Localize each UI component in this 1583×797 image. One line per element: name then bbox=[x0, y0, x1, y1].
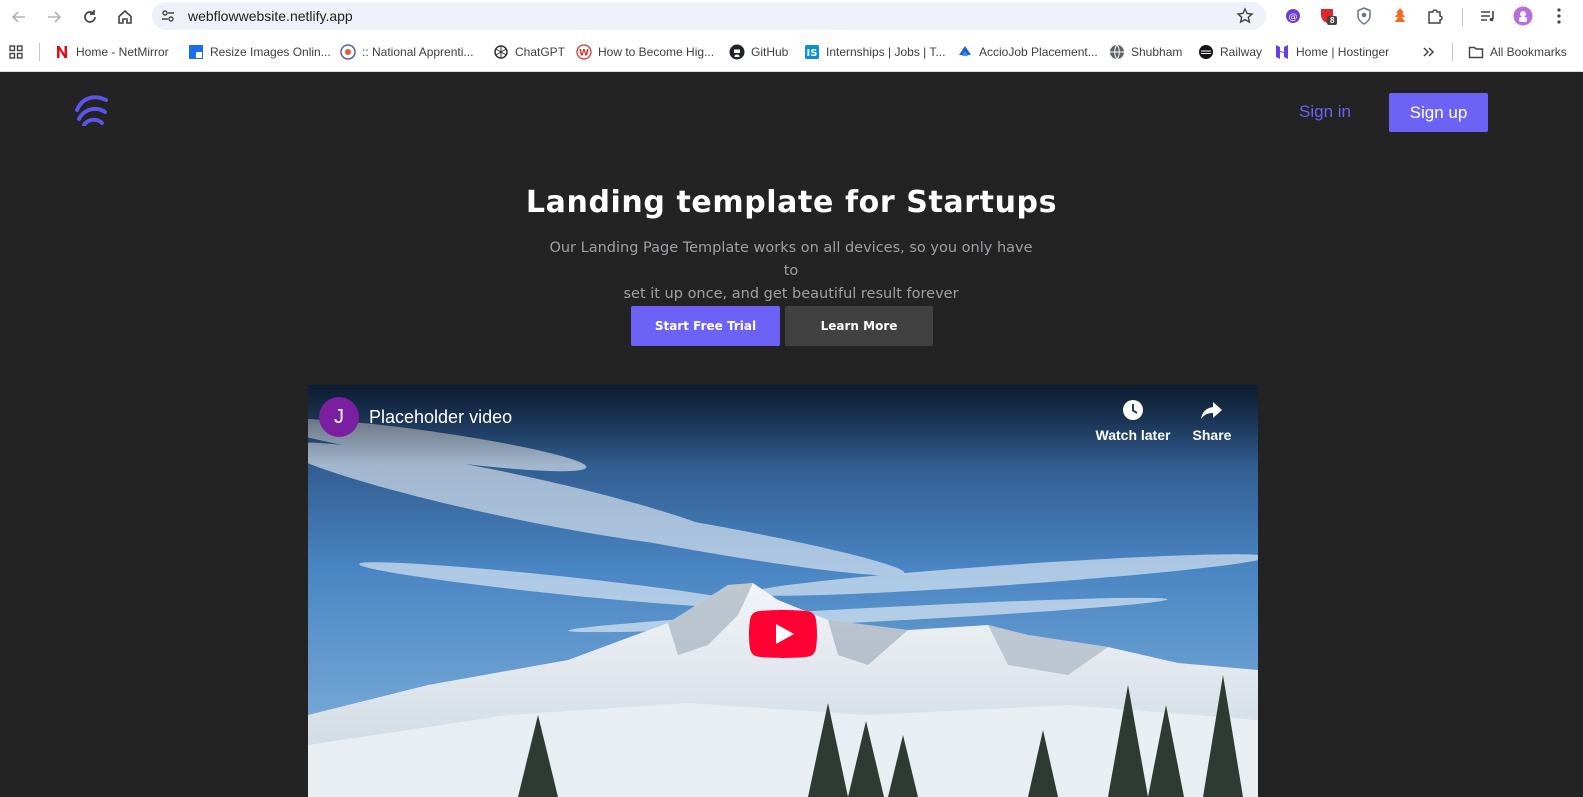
home-button[interactable] bbox=[113, 5, 137, 29]
svg-text:@: @ bbox=[1289, 13, 1298, 23]
bookmark-item[interactable]: Shubham bbox=[1109, 43, 1182, 61]
w-icon: W bbox=[576, 44, 592, 60]
chevron-double-right-icon bbox=[1423, 47, 1435, 57]
hostinger-icon bbox=[1276, 45, 1288, 59]
profile-avatar-icon[interactable] bbox=[1513, 6, 1533, 26]
video-player[interactable]: J Placeholder video Watch later Share bbox=[308, 385, 1258, 797]
chatgpt-icon bbox=[494, 45, 508, 59]
folder-icon bbox=[1468, 46, 1484, 59]
extension-shield-red-icon[interactable]: 8 bbox=[1318, 6, 1338, 26]
all-bookmarks-button[interactable]: All Bookmarks bbox=[1468, 43, 1567, 61]
url-text[interactable]: webflowwebsite.netlify.app bbox=[188, 8, 353, 24]
puzzle-icon[interactable] bbox=[1425, 6, 1445, 26]
clock-icon bbox=[1123, 400, 1143, 420]
home-icon bbox=[118, 9, 132, 24]
bookmark-item[interactable]: :: National Apprenti... bbox=[340, 43, 473, 61]
acciojob-icon bbox=[959, 46, 971, 56]
share-icon bbox=[1201, 402, 1222, 419]
apps-grid-button[interactable] bbox=[8, 43, 24, 61]
share-label: Share bbox=[1192, 427, 1232, 443]
more-menu-icon[interactable] bbox=[1549, 6, 1569, 26]
site-settings-icon[interactable] bbox=[160, 8, 176, 24]
railway-icon bbox=[1199, 45, 1213, 59]
resize-icon bbox=[189, 45, 203, 59]
bookmarks-divider bbox=[39, 43, 40, 61]
bookmark-item[interactable]: W How to Become Hig... bbox=[576, 43, 714, 61]
apps-grid-icon bbox=[9, 45, 23, 59]
netmirror-icon bbox=[57, 46, 67, 58]
forward-button[interactable] bbox=[42, 5, 66, 29]
extension-orange-icon[interactable] bbox=[1390, 6, 1410, 26]
sign-up-button[interactable]: Sign up bbox=[1389, 93, 1488, 132]
play-icon[interactable] bbox=[749, 610, 817, 658]
hero-subtitle: Our Landing Page Template works on all d… bbox=[541, 237, 1041, 306]
bookmark-item[interactable]: Home - NetMirror bbox=[54, 43, 169, 61]
bookmark-item[interactable]: GitHub bbox=[729, 43, 788, 61]
arrow-left-icon bbox=[11, 11, 25, 23]
apprentice-icon bbox=[340, 44, 356, 60]
media-control-icon[interactable] bbox=[1478, 6, 1498, 26]
extension-badge: 8 bbox=[1330, 16, 1335, 25]
bookmarks-bar: Home - NetMirror Resize Images Onlin... … bbox=[0, 33, 1583, 72]
hero-title: Landing template for Startups bbox=[525, 185, 1058, 220]
reload-icon bbox=[84, 10, 96, 23]
extension-purple-icon[interactable]: @ bbox=[1283, 6, 1303, 26]
address-bar[interactable]: webflowwebsite.netlify.app bbox=[152, 2, 1266, 30]
toolbar-divider bbox=[1462, 8, 1463, 26]
hero-subtitle-line: set it up once, and get beautiful result… bbox=[623, 286, 959, 302]
globe-icon bbox=[1110, 44, 1124, 60]
internshala-icon: IS bbox=[805, 45, 819, 59]
svg-text:IS: IS bbox=[807, 48, 818, 59]
share-button[interactable]: Share bbox=[1172, 397, 1252, 443]
svg-text:W: W bbox=[579, 49, 589, 59]
bookmarks-overflow-button[interactable] bbox=[1421, 43, 1437, 61]
watch-later-label: Watch later bbox=[1095, 427, 1171, 443]
bookmark-item[interactable]: ChatGPT bbox=[493, 43, 565, 61]
bookmark-item[interactable]: AccioJob Placement... bbox=[957, 43, 1098, 61]
brand-logo-icon[interactable] bbox=[74, 92, 110, 126]
extension-shield-icon[interactable] bbox=[1354, 6, 1374, 26]
watch-later-button[interactable]: Watch later bbox=[1093, 397, 1173, 443]
learn-more-button[interactable]: Learn More bbox=[785, 306, 933, 346]
browser-toolbar: webflowwebsite.netlify.app @ 8 bbox=[0, 0, 1583, 33]
bookmark-item[interactable]: Railway bbox=[1198, 43, 1262, 61]
bookmark-item[interactable]: IS Internships | Jobs | T... bbox=[804, 43, 945, 61]
bookmark-item[interactable]: Home | Hostinger bbox=[1274, 43, 1389, 61]
video-title[interactable]: Placeholder video bbox=[369, 407, 512, 428]
bookmark-item[interactable]: Resize Images Onlin... bbox=[188, 43, 331, 61]
arrow-right-icon bbox=[48, 11, 62, 23]
github-icon bbox=[729, 44, 745, 60]
sign-in-link[interactable]: Sign in bbox=[1299, 102, 1351, 122]
bookmarks-divider bbox=[1452, 43, 1453, 61]
landing-page: Sign in Sign up Landing template for Sta… bbox=[0, 73, 1583, 797]
channel-avatar[interactable]: J bbox=[319, 397, 359, 437]
start-free-trial-button[interactable]: Start Free Trial bbox=[631, 306, 780, 346]
back-button[interactable] bbox=[7, 5, 31, 29]
reload-button[interactable] bbox=[78, 5, 102, 29]
hero-subtitle-line: Our Landing Page Template works on all d… bbox=[549, 240, 1033, 279]
star-icon[interactable] bbox=[1236, 7, 1254, 25]
